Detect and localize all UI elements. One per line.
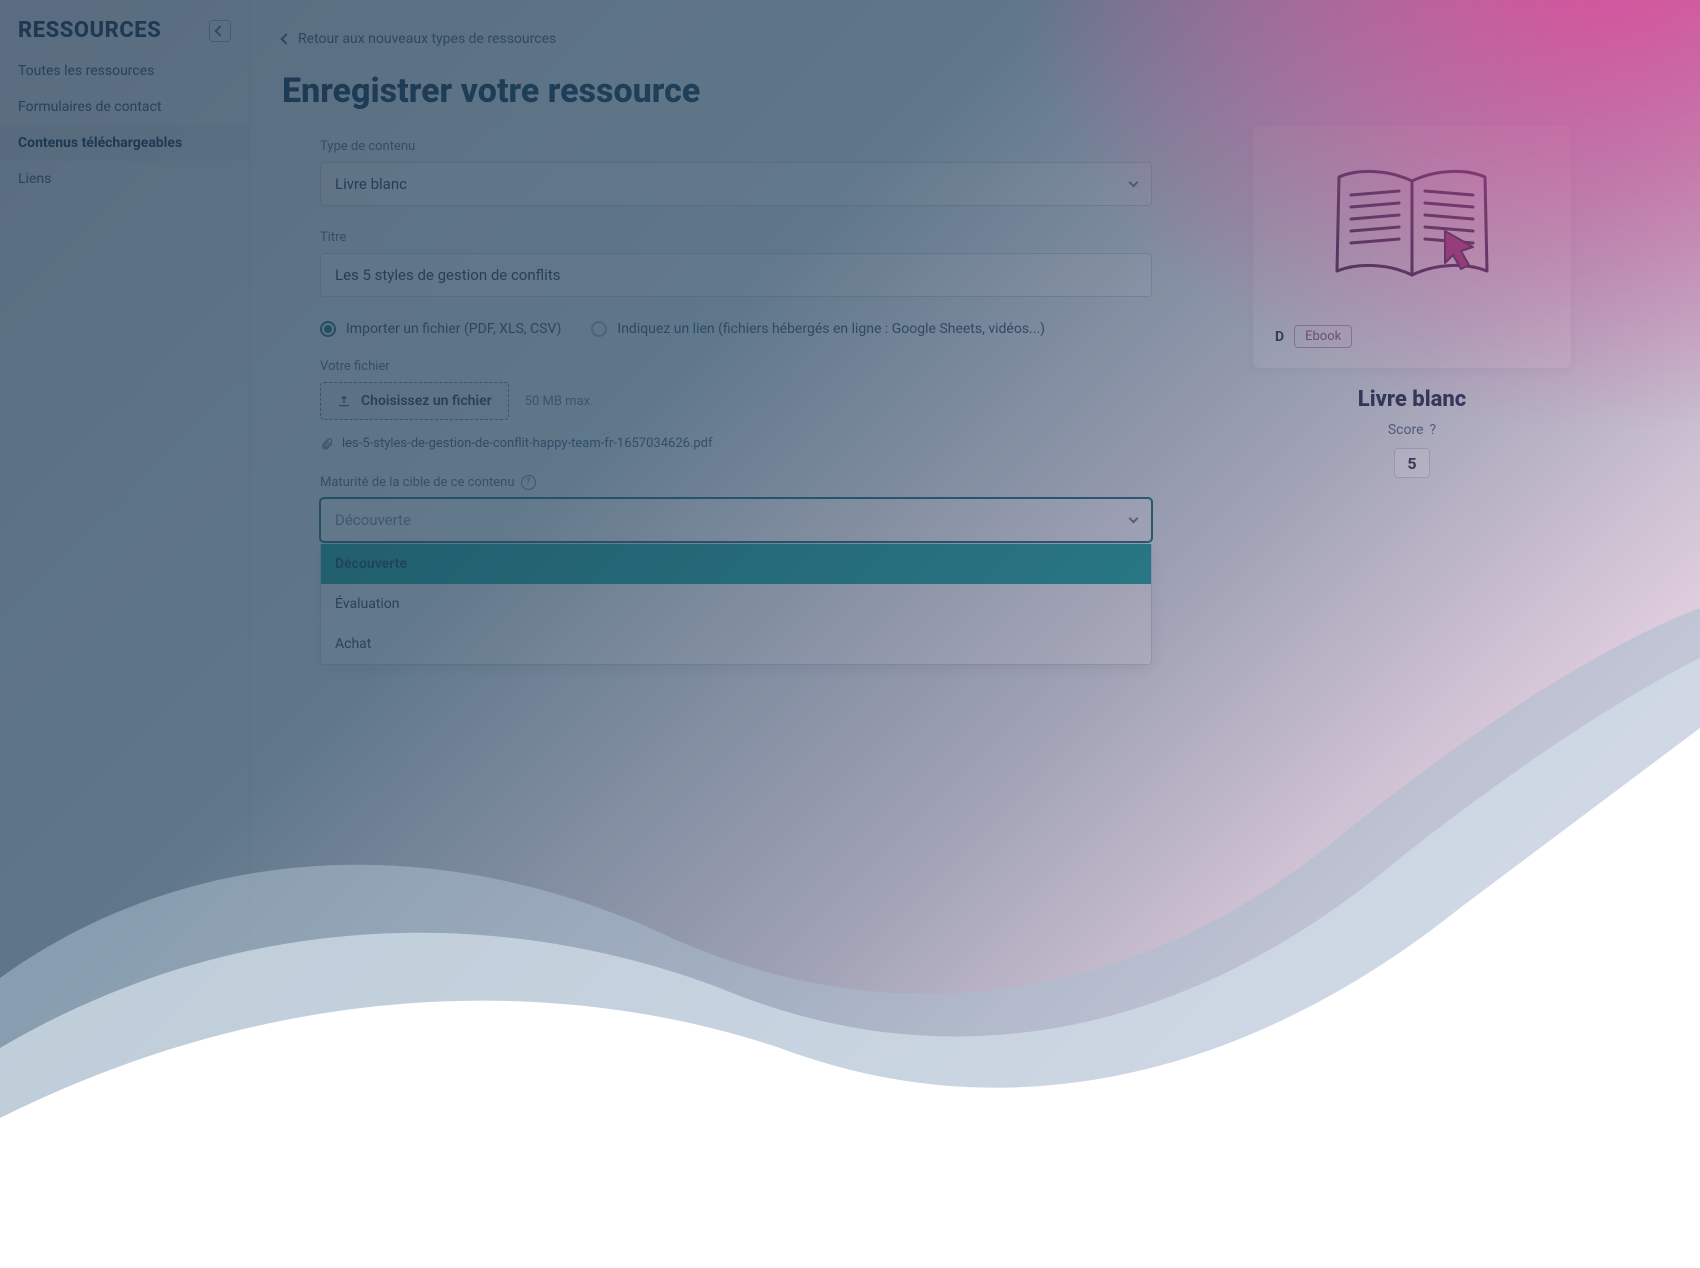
main-area: Retour aux nouveaux types de ressources … (250, 0, 1700, 1268)
maturity-label: Maturité de la cible de ce contenu ? (320, 475, 1152, 490)
sidebar-title: RESSOURCES (18, 18, 161, 43)
sidebar: RESSOURCES Toutes les ressources Formula… (0, 0, 250, 1268)
sidebar-item-downloadable-content[interactable]: Contenus téléchargeables (0, 125, 249, 161)
upload-icon (337, 394, 351, 408)
tag-letter: D (1275, 329, 1284, 345)
sidebar-item-contact-forms[interactable]: Formulaires de contact (0, 89, 249, 125)
sidebar-nav: Toutes les ressources Formulaires de con… (0, 53, 249, 197)
maturity-dropdown: Découverte Évaluation Achat (320, 544, 1152, 665)
resource-form-column: Retour aux nouveaux types de ressources … (282, 28, 1182, 1228)
resource-preview: D Ebook Livre blanc Score ? 5 (1252, 124, 1572, 1228)
form-block: Type de contenu Livre blanc Titre Les 5 … (282, 139, 1152, 665)
choose-file-button[interactable]: Choisissez un fichier (320, 382, 509, 420)
field-maturity: Maturité de la cible de ce contenu ? Déc… (320, 475, 1152, 665)
source-radio-import[interactable]: Importer un fichier (PDF, XLS, CSV) (320, 321, 561, 337)
help-icon[interactable]: ? (1430, 422, 1437, 438)
source-radio-group: Importer un fichier (PDF, XLS, CSV) Indi… (320, 321, 1152, 337)
field-file: Votre fichier Choisissez un fichier 50 M… (320, 359, 1152, 451)
title-value: Les 5 styles de gestion de conflits (335, 266, 560, 284)
cursor-icon (1445, 231, 1473, 269)
back-link-label: Retour aux nouveaux types de ressources (298, 31, 556, 47)
field-content-type: Type de contenu Livre blanc (320, 139, 1152, 206)
back-link[interactable]: Retour aux nouveaux types de ressources (282, 31, 556, 47)
choose-file-label: Choisissez un fichier (361, 393, 492, 409)
preview-tags: D Ebook (1275, 325, 1549, 348)
paperclip-icon (320, 437, 334, 451)
content-type-value: Livre blanc (335, 175, 407, 193)
chevron-left-icon (280, 33, 291, 44)
score-value: 5 (1394, 448, 1430, 478)
sidebar-collapse-button[interactable] (209, 20, 231, 42)
page-title: Enregistrer votre ressource (282, 71, 1182, 111)
file-label: Votre fichier (320, 359, 1152, 374)
radio-unchecked-icon (591, 321, 607, 337)
attached-file-name: les-5-styles-de-gestion-de-conflit-happy… (342, 436, 713, 451)
preview-card: D Ebook (1252, 124, 1572, 369)
source-radio-link[interactable]: Indiquez un lien (fichiers hébergés en l… (591, 321, 1045, 337)
maturity-select[interactable]: Découverte (320, 498, 1152, 542)
score-label: Score (1388, 422, 1424, 438)
field-title: Titre Les 5 styles de gestion de conflit… (320, 230, 1152, 297)
chevron-left-icon (214, 25, 225, 36)
maturity-option-evaluation[interactable]: Évaluation (321, 584, 1151, 624)
chevron-down-icon (1129, 514, 1139, 524)
radio-checked-icon (320, 321, 336, 337)
sidebar-item-links[interactable]: Liens (0, 161, 249, 197)
attached-file-row: les-5-styles-de-gestion-de-conflit-happy… (320, 436, 1152, 451)
file-size-note: 50 MB max. (525, 394, 594, 409)
maturity-label-text: Maturité de la cible de ce contenu (320, 475, 515, 490)
sidebar-item-all-resources[interactable]: Toutes les ressources (0, 53, 249, 89)
maturity-option-achat[interactable]: Achat (321, 624, 1151, 664)
source-link-label: Indiquez un lien (fichiers hébergés en l… (617, 321, 1045, 337)
preview-title: Livre blanc (1252, 387, 1572, 412)
maturity-placeholder: Découverte (335, 511, 411, 529)
source-import-label: Importer un fichier (PDF, XLS, CSV) (346, 321, 561, 337)
title-label: Titre (320, 230, 1152, 245)
chevron-down-icon (1129, 178, 1139, 188)
maturity-option-decouverte[interactable]: Découverte (321, 544, 1151, 584)
open-book-icon (1327, 161, 1497, 291)
content-type-label: Type de contenu (320, 139, 1152, 154)
score-row: Score ? (1252, 422, 1572, 438)
tag-ebook: Ebook (1294, 325, 1352, 348)
app-surface: RESSOURCES Toutes les ressources Formula… (0, 0, 1700, 1268)
title-input[interactable]: Les 5 styles de gestion de conflits (320, 253, 1152, 297)
help-icon[interactable]: ? (521, 475, 536, 490)
content-type-select[interactable]: Livre blanc (320, 162, 1152, 206)
